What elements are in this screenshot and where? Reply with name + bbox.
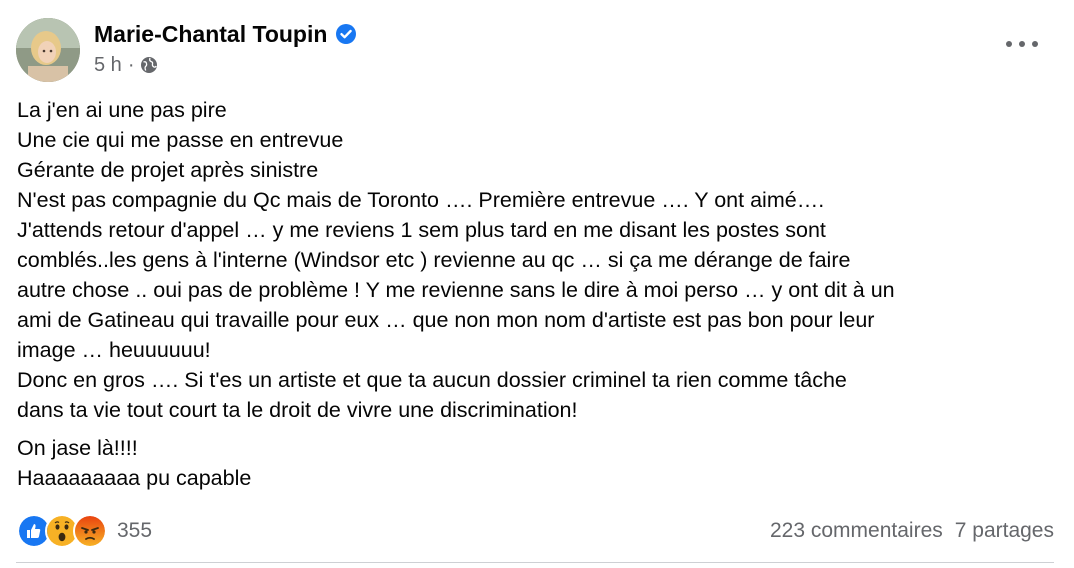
more-options-button[interactable]	[1006, 34, 1038, 54]
author-row: Marie-Chantal Toupin	[94, 20, 357, 48]
post-footer: 355 223 commentaires 7 partages	[17, 513, 1054, 549]
reactions-summary[interactable]: 355	[17, 514, 152, 548]
shares-count-link[interactable]: 7 partages	[955, 519, 1054, 543]
post-text: La j'en ai une pas pire Une cie qui me p…	[17, 95, 1057, 501]
post-timestamp[interactable]: 5 h	[94, 53, 122, 77]
engagement-stats: 223 commentaires 7 partages	[770, 519, 1054, 543]
globe-icon	[140, 56, 158, 74]
reaction-icons	[17, 514, 107, 548]
meta-separator: ·	[127, 54, 135, 76]
author-name[interactable]: Marie-Chantal Toupin	[94, 20, 327, 48]
post-paragraph: La j'en ai une pas pire Une cie qui me p…	[17, 98, 895, 422]
comments-count-link[interactable]: 223 commentaires	[770, 519, 943, 543]
angry-icon	[73, 514, 107, 548]
avatar[interactable]	[16, 18, 80, 82]
dot-icon	[1019, 41, 1025, 47]
verified-badge-icon	[335, 23, 357, 45]
divider	[16, 562, 1054, 563]
dot-icon	[1006, 41, 1012, 47]
post-meta: 5 h ·	[94, 53, 158, 77]
facebook-post: Marie-Chantal Toupin 5 h · La j'en ai un…	[0, 0, 1074, 568]
post-paragraph: On jase là!!!! Haaaaaaaaa pu capable	[17, 436, 252, 490]
dot-icon	[1032, 41, 1038, 47]
reaction-count: 355	[117, 519, 153, 542]
